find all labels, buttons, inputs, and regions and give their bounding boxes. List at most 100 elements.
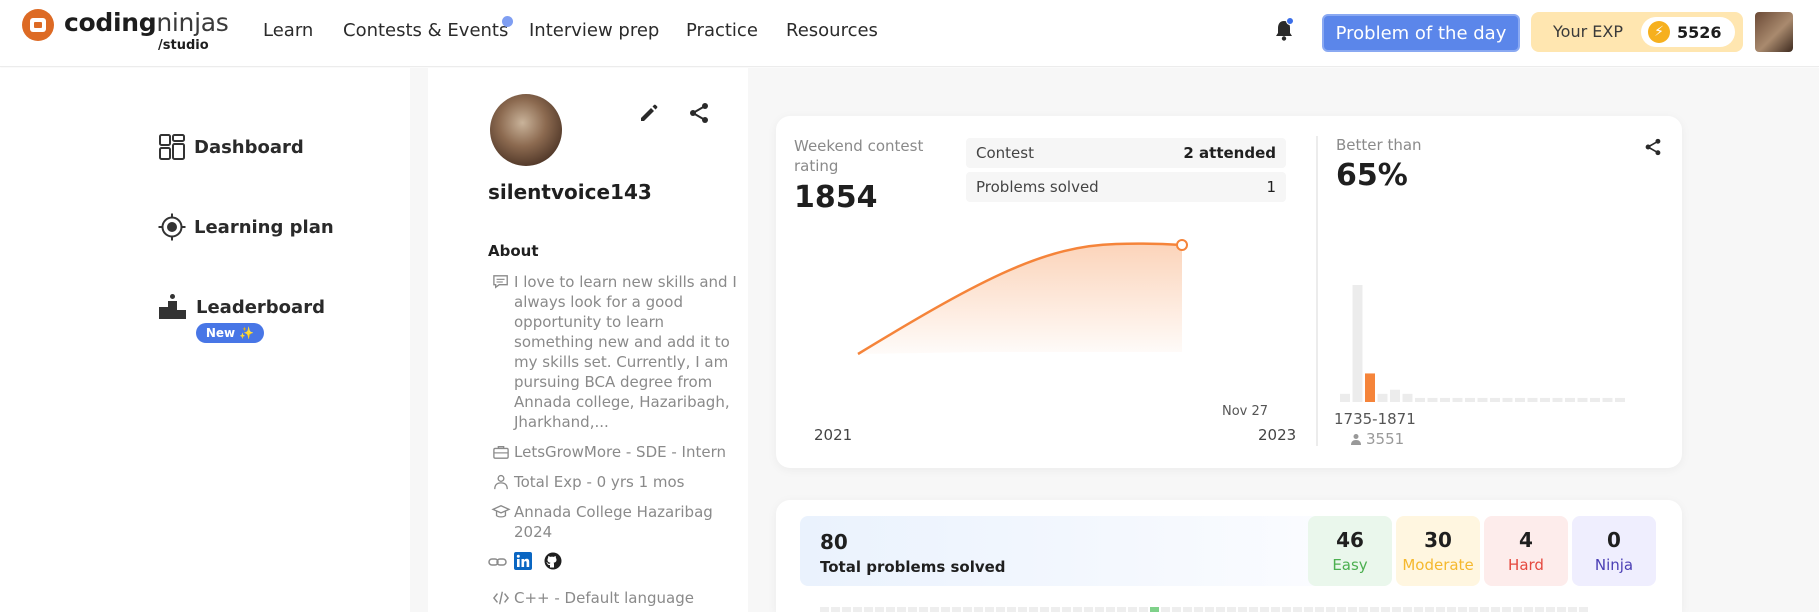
distribution-bar[interactable] xyxy=(1515,397,1525,402)
work-row: LetsGrowMore - SDE - Intern xyxy=(488,442,738,462)
profile-username: silentvoice143 xyxy=(488,180,652,204)
nav-practice[interactable]: Practice xyxy=(686,20,758,44)
github-icon[interactable] xyxy=(544,552,562,570)
top-navbar: codingninjas /studio Learn Contests & Ev… xyxy=(0,0,1819,67)
distribution-bar[interactable] xyxy=(1577,397,1588,402)
heatmap-cell xyxy=(1238,607,1247,612)
heatmap-cell xyxy=(1260,607,1269,612)
distribution-bar[interactable] xyxy=(1440,397,1450,402)
heatmap-cell xyxy=(985,607,994,612)
x-axis-start-label: 2021 xyxy=(814,426,853,444)
linkedin-icon[interactable] xyxy=(514,552,532,570)
rating-range-count: 3551 xyxy=(1350,430,1404,448)
heatmap-cell xyxy=(1458,607,1467,612)
heatmap-cell xyxy=(1447,607,1456,612)
share-icon[interactable] xyxy=(688,102,710,124)
distribution-bar[interactable] xyxy=(1540,397,1550,402)
sidebar-item-leaderboard[interactable]: Leaderboard xyxy=(158,290,325,324)
distribution-bar[interactable] xyxy=(1565,397,1575,402)
heatmap-cell xyxy=(974,607,983,612)
problems-stat-label: Problems solved xyxy=(976,178,1099,196)
sidebar-item-dashboard[interactable]: Dashboard xyxy=(158,130,304,164)
distribution-bar[interactable] xyxy=(1465,397,1475,402)
contest-stat-value: 2 attended xyxy=(1183,144,1276,162)
sidebar-item-learning-plan[interactable]: Learning plan xyxy=(158,210,334,244)
difficulty-easy-label: Easy xyxy=(1332,556,1368,574)
distribution-bar[interactable] xyxy=(1602,397,1613,402)
heatmap-cell xyxy=(963,607,972,612)
heatmap-cell xyxy=(1381,607,1390,612)
heatmap-cell xyxy=(1073,607,1082,612)
distribution-bar[interactable] xyxy=(1477,397,1488,402)
briefcase-icon xyxy=(493,446,509,459)
heatmap-cell xyxy=(1568,607,1577,612)
heatmap-cell xyxy=(1227,607,1236,612)
heatmap-cell xyxy=(1029,607,1038,612)
heatmap-cell xyxy=(1414,607,1423,612)
share-icon[interactable] xyxy=(1644,138,1662,156)
nav-learn[interactable]: Learn xyxy=(263,20,313,44)
language-row: C++ - Default language xyxy=(488,588,738,608)
heatmap-cell xyxy=(1040,607,1049,612)
dashboard-icon xyxy=(159,134,185,160)
user-avatar[interactable] xyxy=(1755,12,1793,52)
heatmap-cell xyxy=(1117,607,1126,612)
rating-last-point[interactable] xyxy=(1176,239,1188,251)
nav-interview-prep[interactable]: Interview prep xyxy=(529,20,659,44)
nav-resources[interactable]: Resources xyxy=(786,20,878,44)
problem-of-the-day-button[interactable]: Problem of the day xyxy=(1322,14,1520,52)
heatmap-cell xyxy=(1370,607,1379,612)
heatmap-cell xyxy=(1524,607,1533,612)
leaderboard-icon xyxy=(159,294,186,319)
difficulty-moderate-value: 30 xyxy=(1424,528,1452,552)
heatmap-cell xyxy=(1513,607,1522,612)
link-icon xyxy=(488,558,507,566)
coding-ninjas-logo[interactable]: codingninjas /studio xyxy=(22,8,229,54)
exp-value: 5526 xyxy=(1677,23,1722,42)
profile-avatar xyxy=(490,94,562,166)
edit-icon[interactable] xyxy=(638,102,660,124)
contest-stat-row: Contest 2 attended xyxy=(966,138,1286,168)
distribution-bar[interactable] xyxy=(1552,397,1563,402)
distribution-bar[interactable] xyxy=(1390,389,1400,402)
rating-chart xyxy=(857,239,1188,356)
heatmap-cell xyxy=(1535,607,1544,612)
heatmap-cell xyxy=(1469,607,1478,612)
heatmap-cell xyxy=(1348,607,1357,612)
contest-rating-card: Weekend contest rating 1854 Contest 2 at… xyxy=(776,116,1682,468)
rating-area xyxy=(858,243,1182,354)
distribution-bar[interactable] xyxy=(1452,397,1463,402)
distribution-bar[interactable] xyxy=(1527,397,1538,402)
graduation-cap-icon xyxy=(491,505,511,518)
distribution-bar-highlight[interactable] xyxy=(1365,373,1375,402)
heatmap-cell xyxy=(1095,607,1104,612)
nav-contests-events[interactable]: Contests & Events xyxy=(343,20,508,44)
exp-badge[interactable]: Your EXP ⚡ 5526 xyxy=(1531,12,1743,52)
distribution-bar[interactable] xyxy=(1615,397,1625,402)
person-icon xyxy=(494,474,508,490)
difficulty-ninja: 0 Ninja xyxy=(1572,516,1656,586)
target-icon xyxy=(158,213,186,241)
distribution-bar[interactable] xyxy=(1502,397,1513,402)
difficulty-hard: 4 Hard xyxy=(1484,516,1568,586)
distribution-bar[interactable] xyxy=(1490,397,1500,402)
distribution-bar[interactable] xyxy=(1352,285,1363,402)
exp-label: Your EXP xyxy=(1553,22,1623,41)
distribution-bar[interactable] xyxy=(1377,393,1388,402)
heatmap-cell xyxy=(1436,607,1445,612)
distribution-bar[interactable] xyxy=(1402,393,1413,402)
sidebar-item-label: Leaderboard xyxy=(196,296,325,318)
person-icon xyxy=(1351,434,1361,445)
distribution-bar[interactable] xyxy=(1427,397,1438,402)
heatmap-cell xyxy=(1425,607,1434,612)
heatmap-cell xyxy=(930,607,939,612)
total-problems-box: 80 Total problems solved xyxy=(800,516,1340,586)
distribution-bar[interactable] xyxy=(1590,397,1600,402)
x-axis-end-label: 2023 xyxy=(1258,426,1297,444)
problems-stat-value: 1 xyxy=(1266,178,1276,196)
difficulty-moderate-label: Moderate xyxy=(1402,556,1474,574)
heatmap-cell xyxy=(1491,607,1500,612)
distribution-bar[interactable] xyxy=(1340,393,1350,402)
distribution-bar[interactable] xyxy=(1415,397,1425,402)
better-than-label: Better than xyxy=(1336,136,1422,154)
